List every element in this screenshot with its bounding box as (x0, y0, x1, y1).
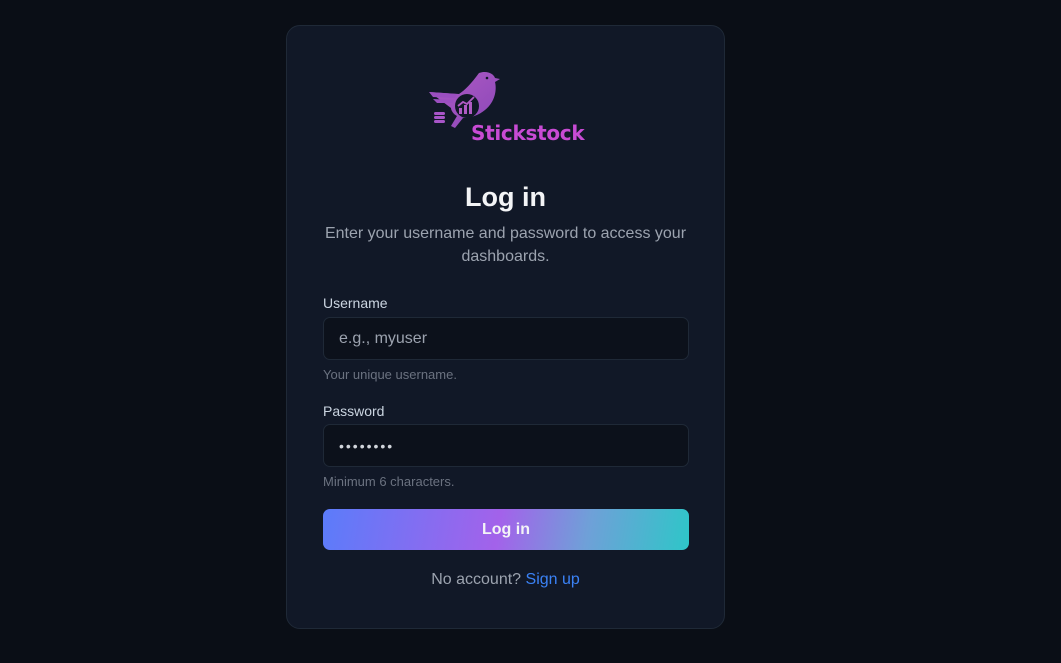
signup-prompt: No account? Sign up (287, 571, 724, 589)
username-input[interactable]: e.g., myuser (323, 317, 689, 360)
password-hint: Minimum 6 characters. (323, 474, 455, 489)
brand-name: Stickstock (471, 121, 585, 145)
password-value: •••••••• (339, 437, 395, 454)
login-card: Stickstock Log in Enter your username an… (286, 25, 725, 629)
signup-prompt-text: No account? (431, 571, 522, 588)
brand-logo: Stickstock (427, 68, 587, 148)
page-title: Log in (465, 182, 546, 212)
username-label: Username (323, 295, 388, 311)
username-hint: Your unique username. (323, 367, 457, 382)
username-placeholder: e.g., myuser (339, 329, 428, 347)
password-label: Password (323, 403, 385, 419)
signup-link[interactable]: Sign up (526, 571, 580, 588)
login-button[interactable]: Log in (323, 509, 689, 550)
password-input[interactable]: •••••••• (323, 424, 689, 467)
page-subtitle: Enter your username and password to acce… (324, 225, 687, 265)
